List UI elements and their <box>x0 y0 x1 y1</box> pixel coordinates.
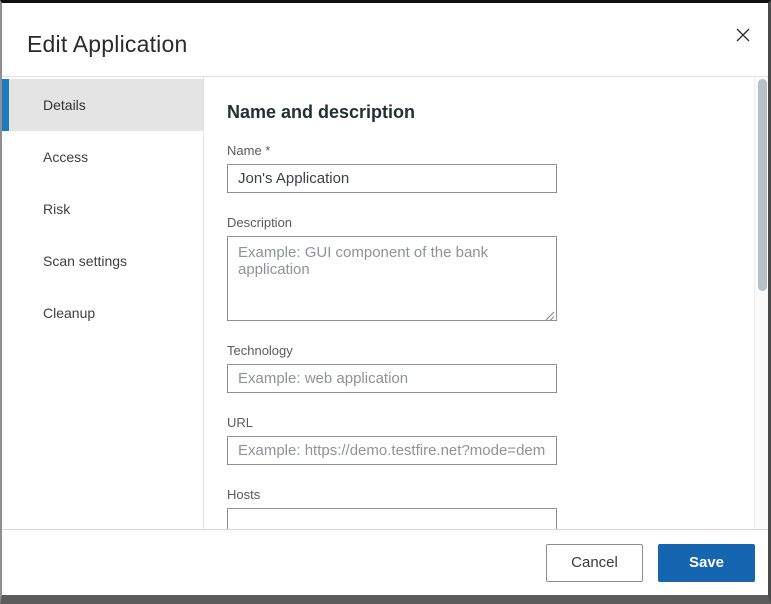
close-icon <box>736 28 750 45</box>
sidebar-item-scan-settings[interactable]: Scan settings <box>2 235 203 287</box>
name-input[interactable] <box>227 164 557 193</box>
sidebar-item-label: Cleanup <box>43 305 95 321</box>
edit-application-dialog: Edit Application Details Access Risk Sca… <box>0 0 771 604</box>
dialog-header: Edit Application <box>2 3 768 76</box>
description-field-group: Description <box>227 215 557 321</box>
technology-field-group: Technology <box>227 343 557 393</box>
name-field-group: Name * <box>227 143 557 193</box>
name-label: Name * <box>227 143 557 158</box>
sidebar-item-label: Scan settings <box>43 253 127 269</box>
dialog-body: Details Access Risk Scan settings Cleanu… <box>2 76 768 529</box>
resize-handle-icon[interactable] <box>545 308 555 318</box>
url-label: URL <box>227 415 557 430</box>
sidebar-item-details[interactable]: Details <box>2 79 203 131</box>
hosts-input[interactable] <box>227 508 557 529</box>
technology-input[interactable] <box>227 364 557 393</box>
cancel-button[interactable]: Cancel <box>546 544 643 582</box>
url-input[interactable] <box>227 436 557 465</box>
save-button[interactable]: Save <box>658 544 755 582</box>
sidebar-item-risk[interactable]: Risk <box>2 183 203 235</box>
scrollbar-thumb[interactable] <box>758 79 767 291</box>
sidebar-item-label: Details <box>43 97 86 113</box>
hosts-field-group: Hosts <box>227 487 557 529</box>
sidebar-item-cleanup[interactable]: Cleanup <box>2 287 203 339</box>
sidebar-item-label: Risk <box>43 201 70 217</box>
sidebar-nav: Details Access Risk Scan settings Cleanu… <box>2 77 204 529</box>
details-panel: Name and description Name * Description … <box>204 77 768 529</box>
hosts-label: Hosts <box>227 487 557 502</box>
description-label: Description <box>227 215 557 230</box>
selected-indicator-bar <box>2 79 9 131</box>
sidebar-item-access[interactable]: Access <box>2 131 203 183</box>
vertical-scrollbar[interactable] <box>754 77 768 529</box>
dialog-footer: Cancel Save <box>2 529 768 595</box>
description-textarea[interactable] <box>227 236 557 321</box>
close-button[interactable] <box>734 27 752 45</box>
sidebar-item-label: Access <box>43 149 88 165</box>
section-title: Name and description <box>227 102 768 123</box>
url-field-group: URL <box>227 415 557 465</box>
dialog-title: Edit Application <box>27 31 187 58</box>
technology-label: Technology <box>227 343 557 358</box>
